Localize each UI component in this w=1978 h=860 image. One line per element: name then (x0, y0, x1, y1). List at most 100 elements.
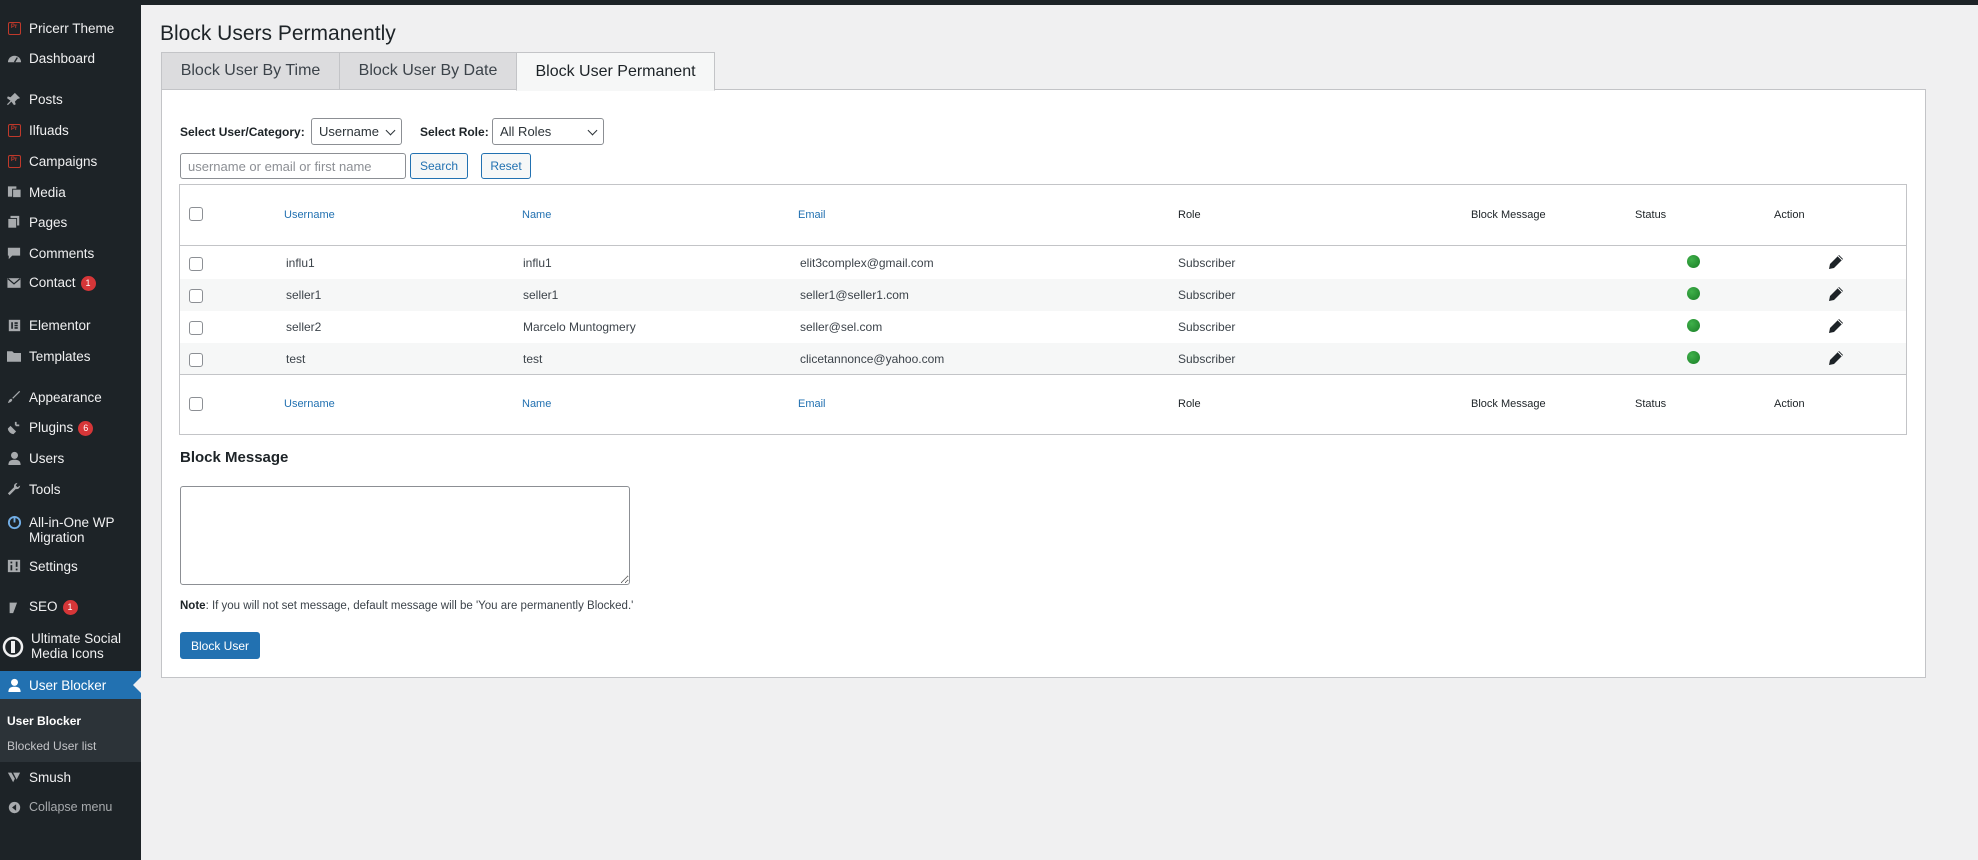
edit-pencil-icon[interactable] (1828, 318, 1844, 334)
select-all-checkbox[interactable] (189, 207, 203, 221)
sidebar-item-contact[interactable]: Contact 1 (0, 273, 141, 293)
sidebar-item-smush[interactable]: Smush (0, 767, 141, 787)
mail-icon (6, 275, 22, 291)
chevron-down-icon (385, 125, 396, 136)
cell-email: seller1@seller1.com (800, 288, 909, 302)
plug-icon (6, 420, 22, 436)
submenu-item-blocked-user-list[interactable]: Blocked User list (7, 739, 96, 753)
smush-icon (6, 769, 22, 785)
sidebar-item-seo[interactable]: SEO 1 (0, 597, 141, 617)
comment-icon (6, 245, 22, 261)
notification-badge: 1 (62, 600, 78, 615)
sidebar-item-plugins[interactable]: Plugins 6 (0, 418, 141, 438)
pricerr-icon: Pr (6, 153, 22, 169)
active-menu-arrow (133, 677, 141, 693)
cell-username: seller2 (286, 320, 322, 334)
search-input[interactable] (180, 153, 406, 179)
sidebar-item-label: Posts (29, 91, 63, 107)
folder-icon (6, 348, 22, 364)
pricerr-icon: Pr (6, 20, 22, 36)
row-checkbox[interactable] (189, 289, 203, 303)
column-header-role: Role (1178, 209, 1201, 221)
cell-username: test (286, 352, 306, 366)
sidebar-item-pricerr-theme[interactable]: Pr Pricerr Theme (0, 18, 141, 38)
sidebar-item-tools[interactable]: Tools (0, 479, 141, 499)
sidebar-item-pages[interactable]: Pages (0, 212, 141, 232)
block-message-note: Note: If you will not set message, defau… (180, 600, 633, 612)
sidebar-item-templates[interactable]: Templates (0, 346, 141, 366)
category-select-value: Username (319, 124, 379, 139)
tab-block-user-permanent[interactable]: Block User Permanent (516, 52, 715, 91)
collapse-menu-button[interactable]: Collapse menu (0, 797, 141, 817)
sidebar-item-users[interactable]: Users (0, 448, 141, 468)
row-checkbox[interactable] (189, 257, 203, 271)
sidebar-item-label: User Blocker (29, 677, 107, 693)
settings-icon (6, 558, 22, 574)
yoast-icon (6, 599, 22, 615)
sidebar-item-campaigns[interactable]: Pr Campaigns (0, 151, 141, 171)
cell-role: Subscriber (1178, 256, 1236, 270)
dashboard-icon (6, 50, 22, 66)
sidebar-item-appearance[interactable]: Appearance (0, 387, 141, 407)
sidebar-item-all-in-one-wp-migration[interactable]: All-in-One WP Migration (0, 510, 141, 546)
row-checkbox[interactable] (189, 353, 203, 367)
reset-button[interactable]: Reset (481, 153, 531, 179)
block-message-textarea[interactable] (180, 486, 630, 585)
category-select[interactable]: Username (311, 118, 402, 145)
select-category-label: Select User/Category: (180, 125, 305, 139)
column-footer-email[interactable]: Email (798, 398, 826, 410)
sidebar-item-label: SEO (29, 599, 58, 614)
column-header-name[interactable]: Name (522, 209, 551, 221)
page-title: Block Users Permanently (160, 22, 396, 45)
sidebar-item-posts[interactable]: Posts (0, 89, 141, 109)
edit-pencil-icon[interactable] (1828, 350, 1844, 366)
collapse-icon (6, 799, 22, 815)
migration-icon (6, 514, 22, 530)
pages-icon (6, 214, 22, 230)
sidebar-item-label: Templates (29, 348, 91, 364)
select-all-checkbox-footer[interactable] (189, 397, 203, 411)
collapse-menu-label: Collapse menu (29, 799, 113, 814)
sidebar-item-label: Ilfuads (29, 122, 69, 138)
column-header-email[interactable]: Email (798, 209, 826, 221)
table-row: seller2 Marcelo Muntogmery seller@sel.co… (180, 311, 1906, 343)
sidebar-item-label: Ultimate Social (31, 631, 122, 646)
table-row: test test clicetannonce@yahoo.com Subscr… (180, 343, 1906, 375)
edit-pencil-icon[interactable] (1828, 254, 1844, 270)
status-active-icon (1687, 287, 1700, 300)
brush-icon (6, 389, 22, 405)
sidebar-item-label: Contact (29, 275, 76, 290)
edit-pencil-icon[interactable] (1828, 286, 1844, 302)
sidebar-item-ultimate-social-media-icons[interactable]: Ultimate Social Media Icons (0, 628, 141, 664)
sidebar-item-media[interactable]: Media (0, 182, 141, 202)
select-role-label: Select Role: (420, 125, 489, 139)
sidebar-item-label: Users (29, 450, 65, 466)
tab-block-user-by-date[interactable]: Block User By Date (339, 52, 517, 90)
column-footer-name[interactable]: Name (522, 398, 551, 410)
sidebar-item-elementor[interactable]: Elementor (0, 315, 141, 335)
role-select[interactable]: All Roles (492, 118, 604, 145)
sidebar-item-dashboard[interactable]: Dashboard (0, 48, 141, 68)
sidebar-item-comments[interactable]: Comments (0, 243, 141, 263)
column-footer-username[interactable]: Username (284, 398, 335, 410)
table-footer: Username Name Email Role Block Message S… (180, 375, 1906, 435)
table-row: seller1 seller1 seller1@seller1.com Subs… (180, 279, 1906, 311)
column-header-username[interactable]: Username (284, 209, 335, 221)
column-header-action: Action (1774, 209, 1805, 221)
row-checkbox[interactable] (189, 321, 203, 335)
table-header: Username Name Email Role Block Message S… (180, 185, 1906, 243)
note-label: Note (180, 600, 206, 612)
cell-username: influ1 (286, 256, 315, 270)
submenu-item-user-blocker[interactable]: User Blocker (7, 714, 81, 728)
cell-role: Subscriber (1178, 352, 1236, 366)
user-icon (6, 450, 22, 466)
tab-block-user-by-time[interactable]: Block User By Time (161, 52, 340, 90)
status-active-icon (1687, 351, 1700, 364)
search-button[interactable]: Search (410, 153, 468, 179)
sidebar-item-settings[interactable]: Settings (0, 556, 141, 576)
sidebar-item-ilfuads[interactable]: Pr Ilfuads (0, 120, 141, 140)
column-header-status: Status (1635, 209, 1667, 221)
block-user-button[interactable]: Block User (180, 632, 260, 659)
column-footer-status: Status (1635, 398, 1667, 410)
sidebar-item-user-blocker[interactable]: User Blocker (0, 671, 141, 699)
